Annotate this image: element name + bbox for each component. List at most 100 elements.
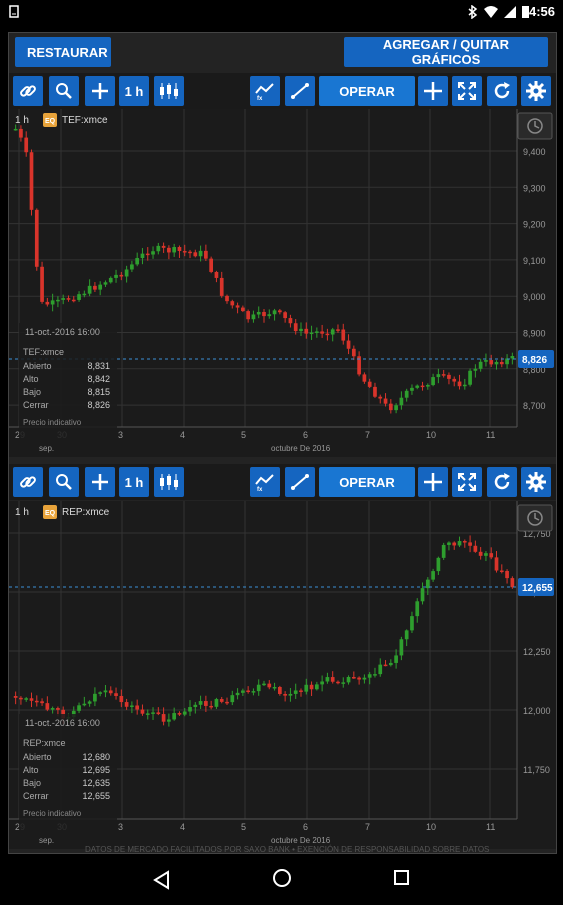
back-icon[interactable]	[153, 870, 169, 890]
x-tick-label: 5	[241, 822, 246, 832]
interval-button[interactable]: 1 h	[119, 467, 149, 497]
candle-body	[452, 542, 457, 546]
candle-body	[267, 314, 272, 317]
chart-interval-label: 1 h	[15, 507, 29, 518]
candle-body	[204, 701, 208, 706]
restore-button[interactable]: RESTAURAR	[15, 37, 111, 67]
candle-body	[135, 258, 140, 265]
candle-body	[336, 681, 340, 684]
candle-body	[214, 699, 219, 707]
candle-body	[278, 687, 282, 694]
candle-body	[167, 247, 171, 253]
candle-body	[103, 690, 108, 693]
candle-body	[489, 360, 494, 365]
candle-body	[325, 677, 330, 682]
candle-body	[145, 253, 150, 256]
chart-symbol: TEF:xmce	[62, 115, 108, 126]
indicators-icon[interactable]: fx	[250, 467, 280, 497]
trade-button[interactable]: OPERAR	[319, 467, 415, 497]
y-tick-label: 8,700	[523, 401, 546, 411]
svg-text:fx: fx	[257, 487, 263, 492]
trade-button[interactable]: OPERAR	[319, 76, 415, 106]
add-remove-charts-button[interactable]: AGREGAR / QUITAR GRÁFICOS	[344, 37, 548, 67]
candlestick-icon[interactable]	[154, 467, 184, 497]
fullscreen-icon[interactable]	[452, 76, 482, 106]
info-row-value: 12,655	[82, 791, 110, 801]
crosshair-icon[interactable]	[418, 467, 448, 497]
candle-body	[45, 703, 50, 710]
refresh-icon[interactable]	[487, 76, 517, 106]
y-tick-label: 12,250	[523, 647, 551, 657]
draw-line-icon[interactable]	[285, 76, 315, 106]
candle-body	[188, 251, 192, 254]
candle-body	[256, 311, 261, 315]
candle-body	[357, 677, 361, 680]
candle-body	[108, 277, 113, 283]
candle-body	[410, 616, 414, 631]
draw-line-icon[interactable]	[285, 467, 315, 497]
crosshair-icon[interactable]	[418, 76, 448, 106]
info-row-label: Abierto	[23, 361, 52, 371]
search-icon[interactable]	[49, 76, 79, 106]
link-icon[interactable]	[13, 76, 43, 106]
candle-body	[373, 674, 377, 676]
chart-interval-label: 1 h	[15, 115, 29, 126]
candle-body	[293, 690, 298, 694]
add-icon[interactable]	[85, 76, 115, 106]
settings-gear-icon[interactable]	[521, 467, 551, 497]
candle-body	[299, 690, 303, 692]
candle-body	[34, 700, 39, 703]
candle-body	[267, 683, 272, 688]
candle-body	[383, 664, 388, 667]
candle-body	[288, 318, 293, 324]
candle-body	[436, 374, 441, 378]
recents-icon[interactable]	[394, 870, 409, 885]
candle-body	[130, 705, 134, 707]
candle-body	[50, 708, 55, 710]
settings-gear-icon[interactable]	[521, 76, 551, 106]
candle-body	[388, 662, 393, 666]
add-icon[interactable]	[85, 467, 115, 497]
search-icon[interactable]	[49, 467, 79, 497]
x-tick-label: 6	[303, 430, 308, 440]
candle-body	[71, 299, 76, 302]
candle-body	[309, 332, 314, 335]
info-row-label: Alto	[23, 765, 39, 775]
candle-body	[172, 247, 177, 253]
candle-body	[373, 386, 377, 397]
fullscreen-icon[interactable]	[452, 467, 482, 497]
candle-body	[462, 541, 467, 543]
y-tick-label: 9,000	[523, 292, 546, 302]
home-icon[interactable]	[273, 869, 291, 887]
info-row-value: 12,680	[82, 752, 110, 762]
candle-body	[336, 329, 340, 331]
candle-body	[246, 690, 250, 693]
candle-body	[510, 578, 515, 588]
candle-body	[399, 397, 404, 406]
x-tick-label: 7	[365, 822, 370, 832]
indicators-icon[interactable]: fx	[250, 76, 280, 106]
candle-body	[66, 298, 71, 300]
candle-body	[230, 695, 235, 703]
info-row-value: 12,635	[82, 778, 110, 788]
interval-button[interactable]: 1 h	[119, 76, 149, 106]
info-datetime: 11-oct.-2016 16:00	[25, 327, 100, 337]
price-chart-rep[interactable]: 12,75012,50012,25012,00011,7502930345671…	[9, 501, 556, 849]
chart-toolbar-1: 1 h fx OPERAR	[9, 73, 556, 109]
price-chart-tef[interactable]: 9,400 9,300 9,200 9,100 9,000 8,900 8,800 8,700…	[9, 109, 556, 457]
y-tick-label: 9,100	[523, 256, 546, 266]
candle-body	[108, 690, 113, 694]
candle-body	[214, 271, 219, 278]
candle-body	[499, 570, 504, 573]
refresh-icon[interactable]	[487, 467, 517, 497]
x-tick-label: 3	[118, 430, 123, 440]
chart-toolbar-2: 1 h fx OPERAR	[9, 464, 556, 500]
link-icon[interactable]	[13, 467, 43, 497]
candle-body	[19, 128, 23, 138]
candle-body	[452, 378, 457, 382]
last-price-value: 12,655	[522, 583, 553, 594]
candlestick-icon[interactable]	[154, 76, 184, 106]
candle-body	[320, 331, 324, 334]
svg-text:fx: fx	[257, 96, 263, 101]
candle-body	[225, 701, 229, 704]
